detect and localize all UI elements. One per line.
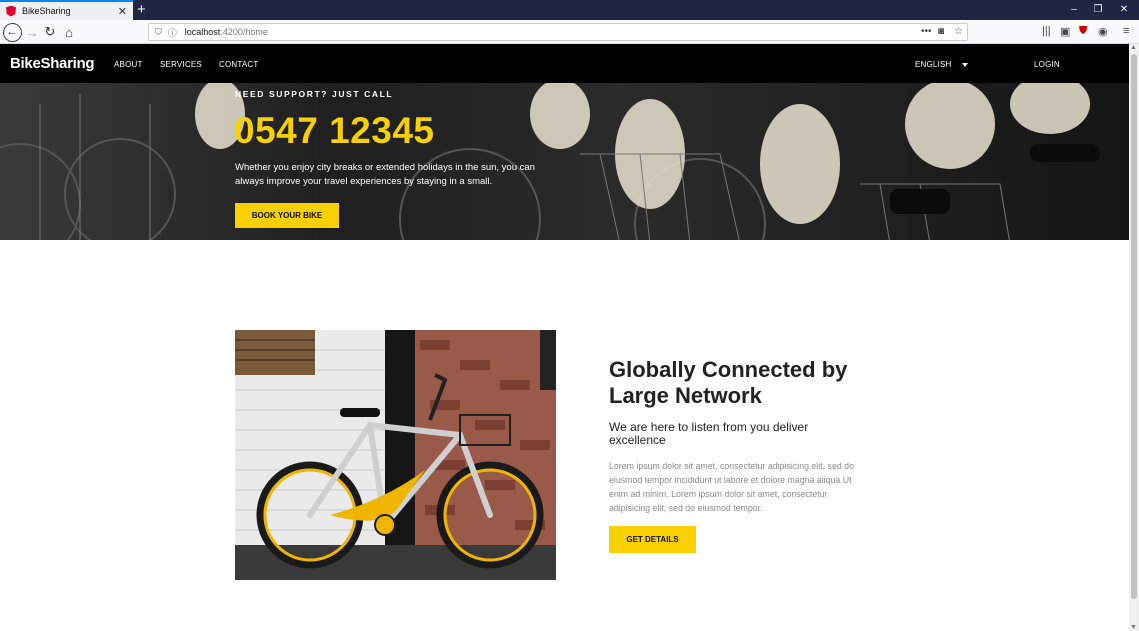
url-path: :4200/home (220, 27, 268, 37)
hero-section: BikeSharing ABOUT SERVICES CONTACT ENGLI… (0, 44, 1129, 240)
support-phone: 0547 12345 (234, 110, 435, 151)
feature-subtitle: We are here to listen from you deliver e… (609, 420, 809, 447)
nav-about[interactable]: ABOUT (114, 60, 143, 69)
pocket-icon[interactable]: ◙ (938, 26, 944, 37)
scroll-down-icon[interactable]: ▼ (1130, 624, 1137, 631)
angular-favicon-icon (6, 5, 16, 17)
window-close-button[interactable]: ✕ (1109, 0, 1139, 20)
address-bar[interactable]: ⛉ ⓘ localhost:4200/home ••• ◙ ☆ (148, 23, 968, 41)
new-tab-button[interactable]: + (137, 1, 146, 19)
site-logo[interactable]: BikeSharing (10, 55, 95, 72)
feature-title: Globally Connected by Large Network (609, 357, 848, 408)
ublock-icon[interactable]: ⛊ (1079, 25, 1087, 38)
scrollbar-thumb[interactable] (1131, 54, 1137, 599)
bike-photo (235, 330, 556, 580)
page-scrollbar[interactable]: ▲ ▼ (1129, 44, 1139, 631)
url-text[interactable]: localhost:4200/home (185, 27, 268, 37)
info-icon[interactable]: ⓘ (168, 26, 177, 39)
get-details-button[interactable]: GET DETAILS (609, 526, 696, 553)
star-icon[interactable]: ☆ (954, 26, 963, 37)
scroll-up-icon[interactable]: ▲ (1130, 44, 1137, 51)
support-label: NEED SUPPORT? JUST CALL (235, 89, 394, 99)
browser-tab[interactable]: BikeSharing ✕ (0, 0, 133, 20)
book-bike-button[interactable]: BOOK YOUR BIKE (235, 203, 339, 228)
shield-icon[interactable]: ⛉ (155, 27, 162, 38)
feature-body: Lorem ipsum dolor sit amet, consectetur … (609, 461, 854, 513)
forward-icon[interactable]: → (22, 22, 42, 42)
reload-icon[interactable]: ↻ (40, 22, 60, 42)
menu-icon[interactable]: ≡ (1123, 25, 1129, 37)
hero-description: Whether you enjoy city breaks or extende… (235, 162, 535, 187)
tab-title: BikeSharing (22, 6, 71, 16)
back-button[interactable]: ← (2, 22, 22, 42)
browser-tab-bar: BikeSharing ✕ + – ❐ ✕ (0, 0, 1139, 20)
home-icon[interactable]: ⌂ (59, 22, 79, 42)
browser-toolbar: ← → ↻ ⌂ ⛉ ⓘ localhost:4200/home ••• ◙ ☆ … (0, 20, 1139, 44)
back-icon: ← (2, 22, 22, 42)
language-select[interactable]: ENGLISH (915, 60, 952, 69)
more-icon[interactable]: ••• (921, 26, 932, 37)
web-page: BikeSharing ABOUT SERVICES CONTACT ENGLI… (0, 44, 1129, 631)
library-icon[interactable]: ||| (1042, 25, 1051, 37)
tab-close-icon[interactable]: ✕ (118, 5, 127, 18)
account-icon[interactable]: ◉ (1098, 25, 1108, 38)
login-link[interactable]: LOGIN (1034, 60, 1060, 69)
sidebar-icon[interactable]: ▣ (1060, 25, 1070, 38)
url-host: localhost (184, 27, 221, 37)
nav-services[interactable]: SERVICES (160, 60, 202, 69)
nav-contact[interactable]: CONTACT (219, 60, 258, 69)
site-navbar: BikeSharing ABOUT SERVICES CONTACT ENGLI… (0, 44, 1129, 83)
caret-down-icon[interactable] (962, 63, 968, 67)
